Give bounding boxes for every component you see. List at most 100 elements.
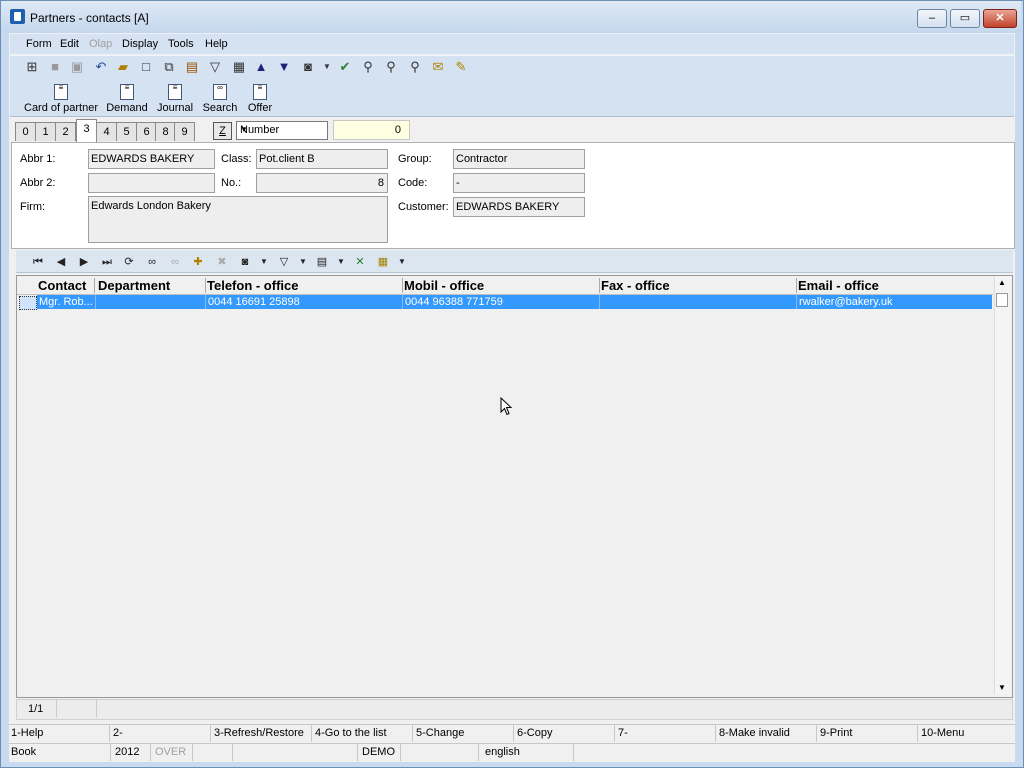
find-icon[interactable]: ⚲ [360, 59, 376, 75]
last-record-icon[interactable]: ⏭ [99, 254, 115, 270]
column-header-contact[interactable]: Contact [38, 278, 94, 293]
cell-telefon[interactable]: 0044 16691 25898 [208, 296, 401, 308]
maximize-button[interactable]: ▭ [950, 9, 980, 28]
fkey-6[interactable]: 6-Copy [517, 727, 552, 739]
vertical-scrollbar[interactable] [994, 276, 1011, 694]
menu-olap[interactable]: Olap [89, 38, 112, 50]
fkey-10[interactable]: 10-Menu [921, 727, 964, 739]
fkey-4[interactable]: 4-Go to the list [315, 727, 387, 739]
minimize-icon: ‒ [928, 12, 936, 24]
list-icon[interactable]: ▦ [375, 254, 391, 270]
menu-display[interactable]: Display [122, 38, 158, 50]
dropdown-arrow-icon[interactable]: ▼ [295, 254, 311, 270]
find-next-icon[interactable]: ⚲ [383, 59, 399, 75]
save-all-icon[interactable]: ▣ [69, 59, 85, 75]
save-icon[interactable]: ■ [47, 59, 63, 75]
scroll-up-icon[interactable]: ▲ [998, 278, 1006, 287]
dropdown-arrow-icon[interactable]: ▼ [256, 254, 272, 270]
class-field[interactable]: Pot.client B [256, 149, 388, 169]
demand-button[interactable]: ≡ Demand [104, 84, 150, 115]
first-record-icon[interactable]: ⏮ [30, 254, 46, 270]
filter-document-icon[interactable]: ▦ [231, 59, 247, 75]
fkey-3[interactable]: 3-Refresh/Restore [214, 727, 304, 739]
menu-tools[interactable]: Tools [168, 38, 194, 50]
fkey-9[interactable]: 9-Print [820, 727, 852, 739]
menu-edit[interactable]: Edit [60, 38, 79, 50]
columns-icon[interactable]: ▤ [314, 254, 330, 270]
fkey-8[interactable]: 8-Make invalid [719, 727, 790, 739]
add-record-icon[interactable]: ✚ [190, 254, 206, 270]
tab-0[interactable]: 0 [15, 122, 36, 141]
tab-8[interactable]: 8 [155, 122, 176, 141]
dropdown-arrow-icon[interactable]: ▼ [319, 59, 335, 75]
dropdown-arrow-icon[interactable]: ▼ [333, 254, 349, 270]
z-sort-button[interactable]: Z [213, 122, 232, 140]
no-field[interactable]: 8 [256, 173, 388, 193]
title-bar[interactable] [1, 1, 1021, 33]
fkey-7[interactable]: 7- [618, 727, 628, 739]
journal-button[interactable]: ≡ Journal [155, 84, 195, 115]
minimize-button[interactable]: ‒ [917, 9, 947, 28]
tab-2[interactable]: 2 [55, 122, 76, 141]
camera-icon[interactable]: ◙ [237, 254, 253, 270]
refresh-icon[interactable]: ⟳ [121, 254, 137, 270]
sort-select[interactable]: Number ▼ [236, 121, 328, 140]
tab-1[interactable]: 1 [35, 122, 56, 141]
number-search-field[interactable]: 0 [333, 120, 410, 140]
menu-form[interactable]: Form [26, 38, 52, 50]
column-header-fax[interactable]: Fax - office [601, 278, 796, 293]
cell-mobil[interactable]: 0044 96388 771759 [405, 296, 598, 308]
export-icon[interactable]: ✔ [337, 59, 353, 75]
camera-icon[interactable]: ◙ [300, 59, 316, 75]
new-document-icon[interactable]: □ [138, 59, 154, 75]
book-icon[interactable]: ▤ [184, 59, 200, 75]
menu-help[interactable]: Help [205, 38, 228, 50]
menu-bar [10, 34, 1014, 54]
filter-icon[interactable]: ▽ [276, 254, 292, 270]
binoculars-icon[interactable]: ∞ [144, 254, 160, 270]
abbr2-field[interactable] [88, 173, 215, 193]
mail-icon[interactable]: ✉ [430, 59, 446, 75]
search-button[interactable]: ∞ Search [201, 84, 239, 115]
fkey-5[interactable]: 5-Change [416, 727, 464, 739]
tab-5[interactable]: 5 [116, 122, 137, 141]
cell-contact[interactable]: Mgr. Rob... [39, 296, 94, 308]
card-of-partner-button[interactable]: ≡ Card of partner [24, 84, 98, 115]
code-field[interactable]: - [453, 173, 585, 193]
tab-3[interactable]: 3 [76, 119, 97, 143]
copy-icon[interactable]: ⧉ [161, 59, 177, 75]
notes-icon[interactable]: ✎ [453, 59, 469, 75]
tab-6[interactable]: 6 [136, 122, 157, 141]
undo-icon[interactable]: ↶ [93, 59, 109, 75]
dropdown-arrow-icon[interactable]: ▼ [394, 254, 410, 270]
tab-9[interactable]: 9 [174, 122, 195, 141]
customer-field[interactable]: EDWARDS BAKERY [453, 197, 585, 217]
column-header-telefon[interactable]: Telefon - office [207, 278, 402, 293]
row-selector[interactable] [19, 296, 37, 310]
delete-record-icon[interactable]: ✖ [214, 254, 230, 270]
binoculars-disabled-icon[interactable]: ∞ [167, 254, 183, 270]
column-header-email[interactable]: Email - office [798, 278, 992, 293]
filter-icon[interactable]: ▽ [207, 59, 223, 75]
find-previous-icon[interactable]: ⚲ [407, 59, 423, 75]
column-header-mobil[interactable]: Mobil - office [404, 278, 599, 293]
abbr1-field[interactable]: EDWARDS BAKERY [88, 149, 215, 169]
fkey-1[interactable]: 1-Help [11, 727, 43, 739]
previous-record-icon[interactable]: ◀ [53, 254, 69, 270]
next-record-icon[interactable]: ▶ [76, 254, 92, 270]
scroll-thumb[interactable] [996, 293, 1008, 307]
move-down-icon[interactable]: ▼ [276, 59, 292, 75]
column-header-department[interactable]: Department [98, 278, 204, 293]
excel-export-icon[interactable]: ✕ [352, 254, 368, 270]
fkey-2[interactable]: 2- [113, 727, 123, 739]
cell-email[interactable]: rwalker@bakery.uk [799, 296, 991, 308]
tab-4[interactable]: 4 [96, 122, 117, 141]
firm-field[interactable]: Edwards London Bakery [88, 196, 388, 243]
open-folder-icon[interactable]: ▰ [115, 59, 131, 75]
move-up-icon[interactable]: ▲ [253, 59, 269, 75]
close-button[interactable]: ✕ [983, 9, 1017, 28]
scroll-down-icon[interactable]: ▼ [998, 683, 1006, 692]
tree-icon[interactable]: ⊞ [24, 59, 40, 75]
offer-button[interactable]: ≡ Offer [245, 84, 275, 115]
group-field[interactable]: Contractor [453, 149, 585, 169]
